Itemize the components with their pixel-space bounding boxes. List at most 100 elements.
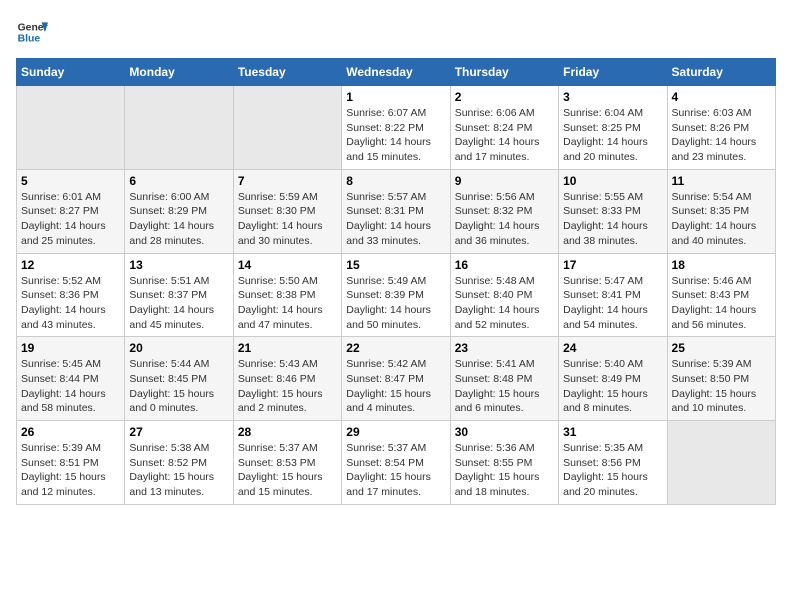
calendar-body: 1 Sunrise: 6:07 AM Sunset: 8:22 PM Daylig… <box>17 86 776 505</box>
day-info: Sunrise: 5:41 AM Sunset: 8:48 PM Dayligh… <box>455 357 554 416</box>
day-number: 11 <box>672 174 771 188</box>
day-number: 14 <box>238 258 337 272</box>
calendar-cell: 30 Sunrise: 5:36 AM Sunset: 8:55 PM Dayli… <box>450 421 558 505</box>
day-number: 1 <box>346 90 445 104</box>
day-header-friday: Friday <box>559 59 667 86</box>
calendar-cell: 15 Sunrise: 5:49 AM Sunset: 8:39 PM Dayli… <box>342 253 450 337</box>
calendar-cell: 16 Sunrise: 5:48 AM Sunset: 8:40 PM Dayli… <box>450 253 558 337</box>
day-number: 31 <box>563 425 662 439</box>
day-info: Sunrise: 5:38 AM Sunset: 8:52 PM Dayligh… <box>129 441 228 500</box>
calendar-cell: 27 Sunrise: 5:38 AM Sunset: 8:52 PM Dayli… <box>125 421 233 505</box>
day-number: 9 <box>455 174 554 188</box>
day-number: 7 <box>238 174 337 188</box>
day-info: Sunrise: 5:39 AM Sunset: 8:51 PM Dayligh… <box>21 441 120 500</box>
calendar-cell: 12Sunrise: 5:52 AM Sunset: 8:36 PM Dayli… <box>17 253 125 337</box>
day-info: Sunrise: 5:55 AM Sunset: 8:33 PM Dayligh… <box>563 190 662 249</box>
calendar-cell: 19 Sunrise: 5:45 AM Sunset: 8:44 PM Dayli… <box>17 337 125 421</box>
day-info: Sunrise: 5:57 AM Sunset: 8:31 PM Dayligh… <box>346 190 445 249</box>
day-number: 19 <box>21 341 120 355</box>
day-info: Sunrise: 5:59 AM Sunset: 8:30 PM Dayligh… <box>238 190 337 249</box>
day-number: 27 <box>129 425 228 439</box>
logo-icon: General Blue <box>16 16 48 48</box>
day-number: 20 <box>129 341 228 355</box>
day-number: 6 <box>129 174 228 188</box>
day-number: 29 <box>346 425 445 439</box>
svg-text:Blue: Blue <box>18 34 41 45</box>
calendar-cell: 9 Sunrise: 5:56 AM Sunset: 8:32 PM Daylig… <box>450 169 558 253</box>
calendar-cell: 28 Sunrise: 5:37 AM Sunset: 8:53 PM Dayli… <box>233 421 341 505</box>
calendar-cell: 18Sunrise: 5:46 AM Sunset: 8:43 PM Dayli… <box>667 253 775 337</box>
week-row-1: 1 Sunrise: 6:07 AM Sunset: 8:22 PM Daylig… <box>17 86 776 170</box>
day-info: Sunrise: 5:35 AM Sunset: 8:56 PM Dayligh… <box>563 441 662 500</box>
day-number: 16 <box>455 258 554 272</box>
day-number: 25 <box>672 341 771 355</box>
day-info: Sunrise: 5:56 AM Sunset: 8:32 PM Dayligh… <box>455 190 554 249</box>
calendar-cell: 21 Sunrise: 5:43 AM Sunset: 8:46 PM Dayli… <box>233 337 341 421</box>
calendar-cell: 25 Sunrise: 5:39 AM Sunset: 8:50 PM Dayli… <box>667 337 775 421</box>
calendar-cell: 1 Sunrise: 6:07 AM Sunset: 8:22 PM Daylig… <box>342 86 450 170</box>
day-info: Sunrise: 6:03 AM Sunset: 8:26 PM Dayligh… <box>672 106 771 165</box>
day-info: Sunrise: 5:43 AM Sunset: 8:46 PM Dayligh… <box>238 357 337 416</box>
day-header-tuesday: Tuesday <box>233 59 341 86</box>
week-row-5: 26 Sunrise: 5:39 AM Sunset: 8:51 PM Dayli… <box>17 421 776 505</box>
day-info: Sunrise: 5:54 AM Sunset: 8:35 PM Dayligh… <box>672 190 771 249</box>
calendar-cell <box>233 86 341 170</box>
day-info: Sunrise: 5:36 AM Sunset: 8:55 PM Dayligh… <box>455 441 554 500</box>
calendar-cell: 24 Sunrise: 5:40 AM Sunset: 8:49 PM Dayli… <box>559 337 667 421</box>
calendar-cell <box>667 421 775 505</box>
day-of-week-row: SundayMondayTuesdayWednesdayThursdayFrid… <box>17 59 776 86</box>
day-info: Sunrise: 5:45 AM Sunset: 8:44 PM Dayligh… <box>21 357 120 416</box>
day-header-monday: Monday <box>125 59 233 86</box>
day-header-thursday: Thursday <box>450 59 558 86</box>
week-row-2: 5 Sunrise: 6:01 AM Sunset: 8:27 PM Daylig… <box>17 169 776 253</box>
day-info: Sunrise: 5:49 AM Sunset: 8:39 PM Dayligh… <box>346 274 445 333</box>
day-header-saturday: Saturday <box>667 59 775 86</box>
day-info: Sunrise: 5:42 AM Sunset: 8:47 PM Dayligh… <box>346 357 445 416</box>
calendar-header: SundayMondayTuesdayWednesdayThursdayFrid… <box>17 59 776 86</box>
day-info: Sunrise: 5:40 AM Sunset: 8:49 PM Dayligh… <box>563 357 662 416</box>
day-info: Sunrise: 6:06 AM Sunset: 8:24 PM Dayligh… <box>455 106 554 165</box>
day-number: 21 <box>238 341 337 355</box>
logo: General Blue <box>16 16 48 48</box>
calendar-cell: 10 Sunrise: 5:55 AM Sunset: 8:33 PM Dayli… <box>559 169 667 253</box>
calendar-cell: 2 Sunrise: 6:06 AM Sunset: 8:24 PM Daylig… <box>450 86 558 170</box>
week-row-3: 12Sunrise: 5:52 AM Sunset: 8:36 PM Dayli… <box>17 253 776 337</box>
day-number: 12 <box>21 258 120 272</box>
day-number: 26 <box>21 425 120 439</box>
day-number: 4 <box>672 90 771 104</box>
calendar-cell: 7 Sunrise: 5:59 AM Sunset: 8:30 PM Daylig… <box>233 169 341 253</box>
day-header-wednesday: Wednesday <box>342 59 450 86</box>
day-info: Sunrise: 5:50 AM Sunset: 8:38 PM Dayligh… <box>238 274 337 333</box>
calendar-cell: 11 Sunrise: 5:54 AM Sunset: 8:35 PM Dayli… <box>667 169 775 253</box>
day-number: 28 <box>238 425 337 439</box>
day-number: 17 <box>563 258 662 272</box>
day-number: 30 <box>455 425 554 439</box>
day-number: 10 <box>563 174 662 188</box>
header: General Blue <box>16 16 776 48</box>
day-number: 2 <box>455 90 554 104</box>
day-number: 23 <box>455 341 554 355</box>
calendar-cell: 29Sunrise: 5:37 AM Sunset: 8:54 PM Dayli… <box>342 421 450 505</box>
day-number: 22 <box>346 341 445 355</box>
day-info: Sunrise: 5:46 AM Sunset: 8:43 PM Dayligh… <box>672 274 771 333</box>
calendar-cell: 14 Sunrise: 5:50 AM Sunset: 8:38 PM Dayli… <box>233 253 341 337</box>
day-number: 13 <box>129 258 228 272</box>
calendar-table: SundayMondayTuesdayWednesdayThursdayFrid… <box>16 58 776 505</box>
day-info: Sunrise: 6:04 AM Sunset: 8:25 PM Dayligh… <box>563 106 662 165</box>
day-info: Sunrise: 5:39 AM Sunset: 8:50 PM Dayligh… <box>672 357 771 416</box>
day-number: 5 <box>21 174 120 188</box>
calendar-cell: 22 Sunrise: 5:42 AM Sunset: 8:47 PM Dayli… <box>342 337 450 421</box>
calendar-cell: 3 Sunrise: 6:04 AM Sunset: 8:25 PM Daylig… <box>559 86 667 170</box>
calendar-cell: 31 Sunrise: 5:35 AM Sunset: 8:56 PM Dayli… <box>559 421 667 505</box>
day-info: Sunrise: 5:48 AM Sunset: 8:40 PM Dayligh… <box>455 274 554 333</box>
day-info: Sunrise: 5:51 AM Sunset: 8:37 PM Dayligh… <box>129 274 228 333</box>
day-number: 15 <box>346 258 445 272</box>
calendar-cell: 26 Sunrise: 5:39 AM Sunset: 8:51 PM Dayli… <box>17 421 125 505</box>
day-info: Sunrise: 6:01 AM Sunset: 8:27 PM Dayligh… <box>21 190 120 249</box>
day-number: 24 <box>563 341 662 355</box>
calendar-cell: 17Sunrise: 5:47 AM Sunset: 8:41 PM Dayli… <box>559 253 667 337</box>
week-row-4: 19 Sunrise: 5:45 AM Sunset: 8:44 PM Dayli… <box>17 337 776 421</box>
day-number: 3 <box>563 90 662 104</box>
day-info: Sunrise: 6:07 AM Sunset: 8:22 PM Dayligh… <box>346 106 445 165</box>
day-info: Sunrise: 5:37 AM Sunset: 8:53 PM Dayligh… <box>238 441 337 500</box>
